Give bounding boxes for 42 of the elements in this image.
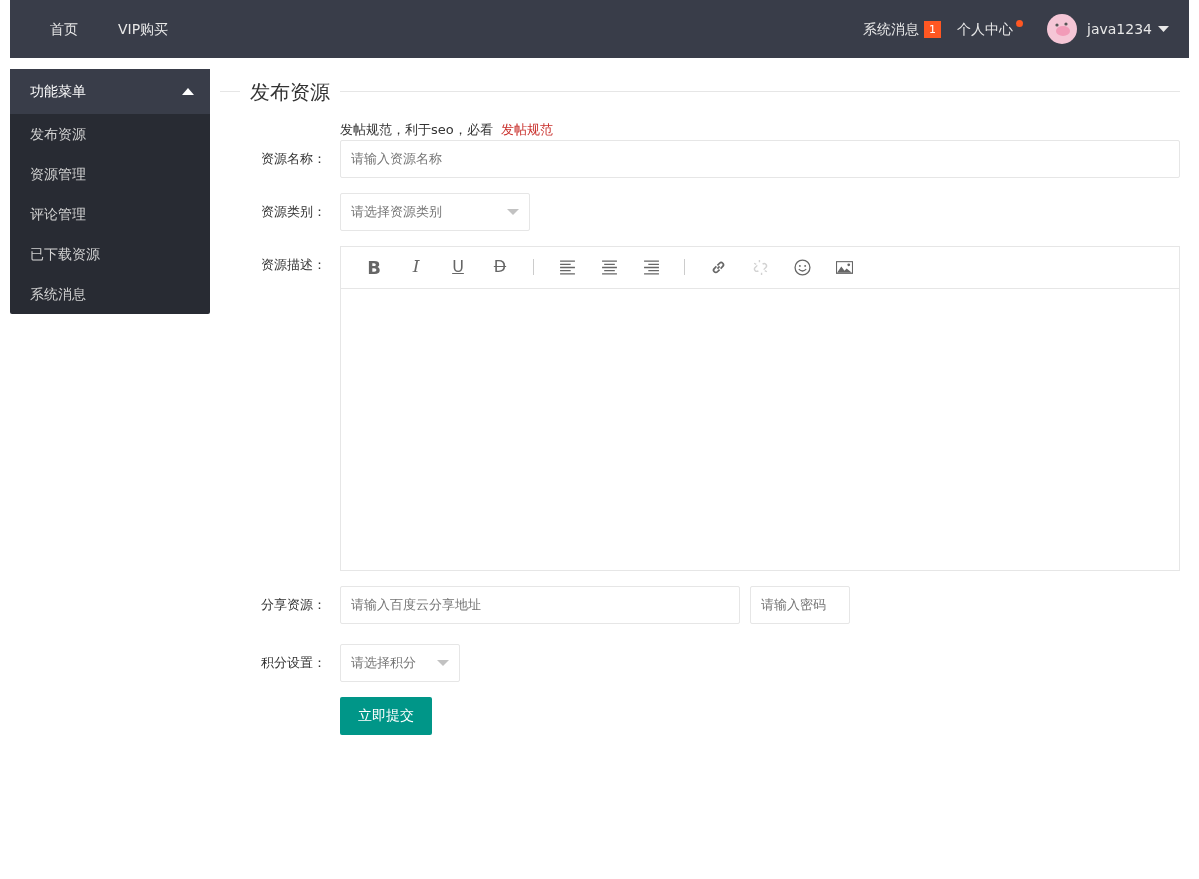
field-label: 积分设置： (260, 653, 327, 672)
message-count-badge: 1 (924, 20, 942, 38)
rich-text-editor[interactable]: B I U D (340, 245, 1180, 571)
align-center-icon[interactable] (600, 258, 618, 276)
notice-text: 发帖规范，利于seo，必看 (340, 121, 493, 139)
guidelines-link[interactable]: 发帖规范 (500, 120, 553, 140)
password-input[interactable]: 请输入密码 (750, 585, 850, 624)
caret-icon (437, 659, 449, 666)
menu-header[interactable]: 功能菜单 (10, 69, 210, 114)
menu-item[interactable]: 评论管理 (10, 194, 210, 234)
form-title: 发布资源 (249, 78, 331, 106)
menu-title: 功能菜单 (30, 82, 87, 101)
nav-link[interactable]: VIP购买 (98, 18, 189, 40)
text-input[interactable]: 请输入资源名称 (340, 139, 1180, 178)
avatar-icon (1047, 14, 1078, 44)
caret-up-icon[interactable] (182, 88, 194, 95)
image-icon[interactable] (835, 258, 853, 276)
text-input[interactable]: 请输入百度云分享地址 (340, 585, 740, 624)
select-field[interactable]: 请选择资源类别 (340, 192, 530, 231)
field-label: 资源名称： (260, 149, 327, 168)
caret-icon[interactable] (1158, 26, 1169, 32)
menu-item[interactable]: 系统消息 (10, 274, 210, 314)
profile-link[interactable]: 个人中心 (957, 18, 1014, 40)
menu-item[interactable]: 发布资源 (10, 114, 210, 154)
nav-link[interactable]: 首页 (30, 18, 98, 40)
field-label: 资源类别： (260, 202, 327, 221)
format-button[interactable]: B (353, 253, 395, 281)
format-button[interactable]: U (437, 255, 479, 279)
menu-item[interactable]: 资源管理 (10, 154, 210, 194)
submit-button[interactable]: 立即提交 (340, 696, 432, 735)
select-field[interactable]: 请选择积分 (340, 643, 460, 682)
align-right-icon[interactable] (642, 258, 660, 276)
format-button[interactable]: D (479, 255, 521, 279)
smiley-icon[interactable] (793, 258, 811, 276)
username-link[interactable]: java1234 (1087, 18, 1152, 40)
field-label: 资源描述： (260, 255, 327, 274)
field-label: 分享资源： (260, 595, 327, 614)
format-button[interactable]: I (395, 254, 437, 280)
messages-link[interactable]: 系统消息 (863, 18, 920, 40)
align-left-icon[interactable] (558, 258, 576, 276)
menu-item[interactable]: 已下载资源 (10, 234, 210, 274)
caret-icon (507, 208, 519, 215)
